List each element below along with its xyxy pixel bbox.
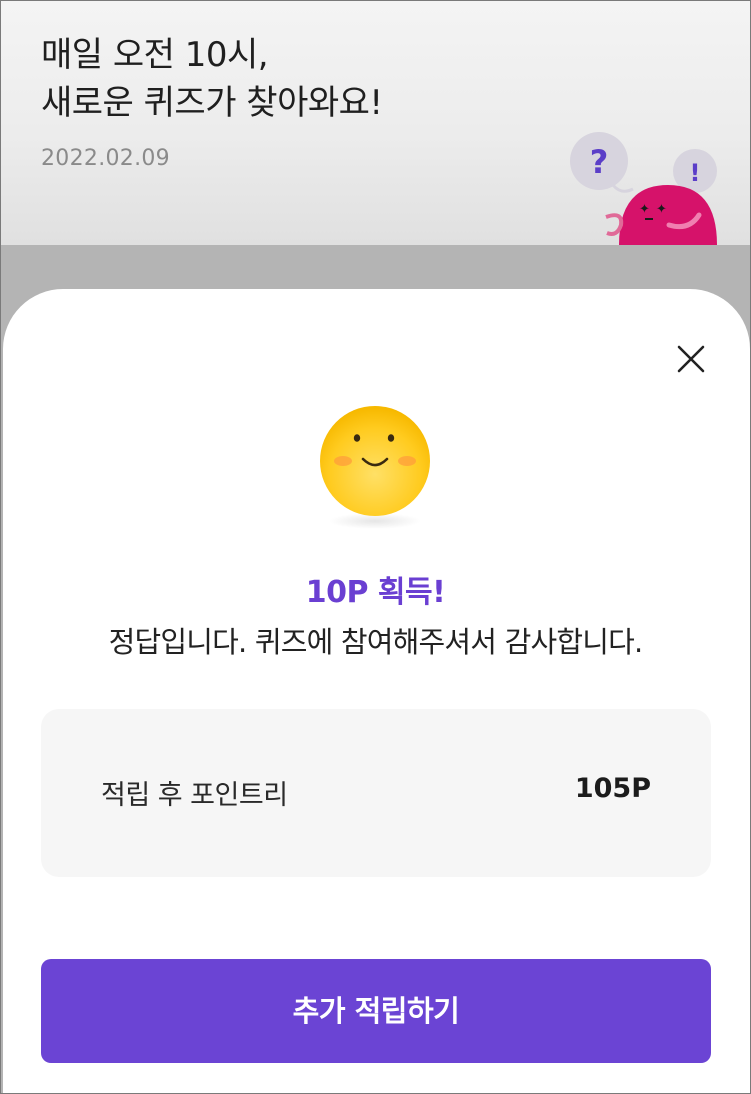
quiz-title-line1: 매일 오전 10시, (41, 35, 269, 75)
correct-answer-message: 정답입니다. 퀴즈에 참여해주셔서 감사합니다. (108, 625, 644, 659)
exclamation-mark-text: ! (690, 159, 701, 187)
earn-more-button[interactable]: 추가 적립하기 (41, 959, 711, 1063)
question-mark-text: ? (590, 143, 609, 181)
close-icon (677, 345, 705, 373)
svg-text:✦: ✦ (656, 202, 667, 217)
points-summary-box: 적립 후 포인트리 105P (41, 709, 711, 877)
quiz-mascot-icon: ? ! ✦ ✦ (570, 132, 717, 245)
smiling-face-icon (320, 406, 430, 529)
reward-points-text: 10P 획득! (305, 575, 446, 610)
svg-text:✦: ✦ (639, 202, 650, 217)
close-button[interactable] (667, 333, 715, 385)
quiz-title-line2: 새로운 퀴즈가 찾아와요! (41, 83, 383, 123)
quiz-header: 매일 오전 10시, 새로운 퀴즈가 찾아와요! 2022.02.09 ? ! … (1, 1, 750, 245)
points-value: 105P (574, 773, 651, 804)
app-frame: 매일 오전 10시, 새로운 퀴즈가 찾아와요! 2022.02.09 ? ! … (0, 0, 751, 1094)
quiz-date: 2022.02.09 (41, 146, 170, 171)
points-label: 적립 후 포인트리 (101, 780, 288, 811)
quiz-title: 매일 오전 10시, 새로운 퀴즈가 찾아와요! (41, 31, 383, 127)
